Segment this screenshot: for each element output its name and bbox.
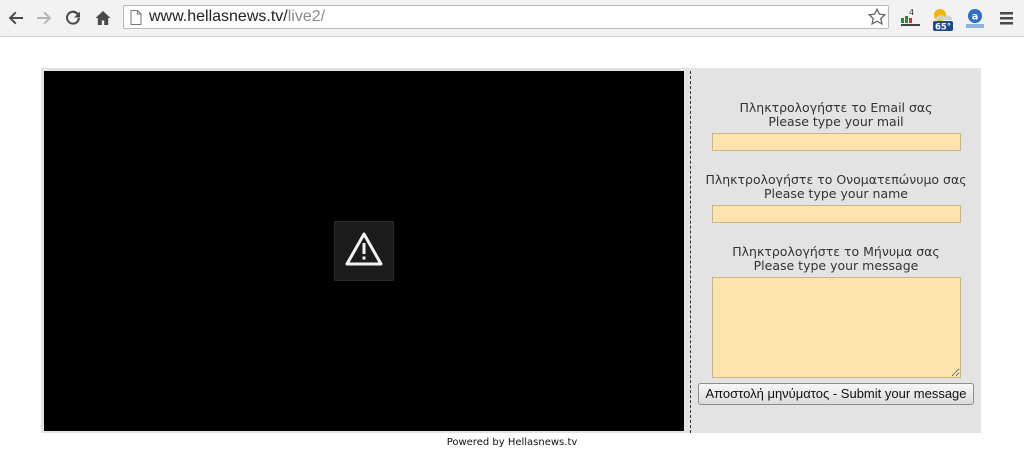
url-host: www.hellasnews.tv/	[149, 8, 288, 25]
message-label: Πληκτρολογήστε το Μήνυμα σας Please type…	[698, 245, 974, 273]
weather-temp: 65°	[935, 23, 951, 33]
panel-divider	[690, 71, 691, 433]
weather-extension-icon[interactable]: 65°	[930, 6, 954, 33]
submit-message-button[interactable]: Αποστολή μηνύματος - Submit your message	[698, 383, 974, 405]
footer-powered-by: Powered by Hellasnews.tv	[446, 437, 578, 448]
message-label-greek: Πληκτρολογήστε το Μήνυμα σας	[732, 244, 940, 259]
forward-icon[interactable]	[33, 7, 55, 29]
warning-icon	[344, 231, 384, 271]
svg-text:a: a	[972, 12, 979, 23]
email-label: Πληκτρολογήστε το Email σας Please type …	[698, 101, 974, 129]
email-label-greek: Πληκτρολογήστε το Email σας	[739, 100, 933, 115]
email-label-english: Please type your mail	[768, 114, 904, 129]
translate-extension-icon[interactable]: a	[963, 6, 987, 30]
name-field[interactable]	[712, 205, 961, 223]
back-icon[interactable]	[5, 7, 27, 29]
svg-text:4: 4	[909, 8, 914, 17]
player-error-box	[334, 221, 394, 281]
menu-icon[interactable]	[997, 6, 1021, 30]
home-icon[interactable]	[92, 7, 114, 29]
star-icon[interactable]	[867, 7, 887, 31]
message-textarea[interactable]	[712, 277, 961, 378]
url-text: www.hellasnews.tv/live2/	[149, 8, 325, 26]
email-field[interactable]	[712, 133, 961, 151]
name-label: Πληκτρολογήστε το Ονοματεπώνυμο σας Plea…	[698, 173, 974, 201]
address-bar[interactable]: www.hellasnews.tv/live2/	[123, 5, 889, 29]
name-label-english: Please type your name	[764, 186, 908, 201]
message-label-english: Please type your message	[753, 258, 919, 273]
name-label-greek: Πληκτρολογήστε το Ονοματεπώνυμο σας	[705, 172, 967, 187]
url-path: live2/	[287, 8, 326, 25]
page-icon	[130, 10, 142, 29]
browser-toolbar: www.hellasnews.tv/live2/ 4 65° a	[0, 0, 1024, 37]
reload-icon[interactable]	[62, 7, 84, 29]
signal-extension-icon[interactable]: 4	[899, 6, 923, 30]
